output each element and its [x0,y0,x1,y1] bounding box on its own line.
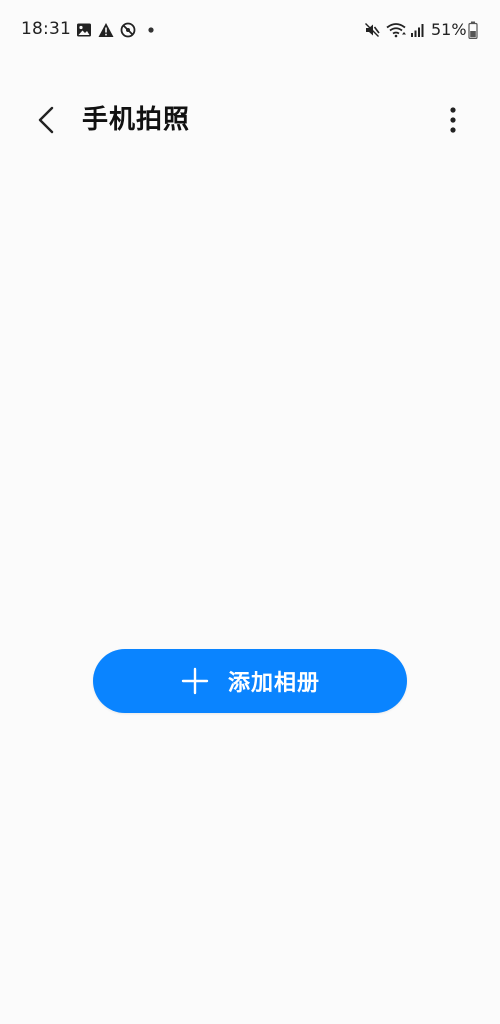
mute-icon [365,23,380,37]
gallery-icon [77,23,91,37]
more-options-button[interactable] [436,102,470,138]
signal-icon [411,24,424,37]
dot-icon [148,27,154,33]
more-vertical-icon [450,107,456,133]
status-bar: 18:31 51% [0,0,500,62]
add-album-button[interactable]: 添加相册 [93,649,407,713]
page-title: 手机拍照 [82,105,191,135]
wifi-icon [386,23,406,38]
status-time: 18:31 [21,19,71,39]
app-bar: 手机拍照 [0,90,500,150]
screen: 18:31 51% 手机拍照 添加相册 [0,0,500,1024]
no-disturb-icon [120,22,136,38]
plus-icon [181,667,209,695]
add-album-label: 添加相册 [227,671,320,696]
chevron-left-icon [38,106,54,134]
warning-icon [98,23,114,37]
back-button[interactable] [28,102,64,138]
battery-icon [468,21,478,39]
battery-percentage: 51% [431,20,467,39]
